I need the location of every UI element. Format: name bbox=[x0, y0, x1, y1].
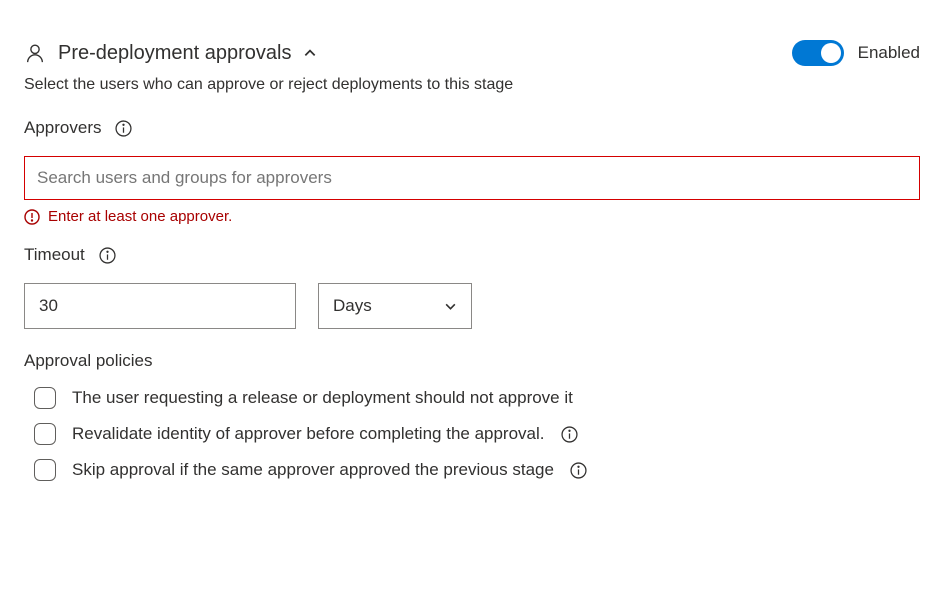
error-text: Enter at least one approver. bbox=[48, 208, 232, 225]
person-icon bbox=[24, 42, 46, 64]
policy-label: The user requesting a release or deploym… bbox=[72, 388, 573, 408]
approvers-search-input[interactable] bbox=[24, 156, 920, 200]
chevron-up-icon bbox=[303, 46, 317, 60]
error-row: Enter at least one approver. bbox=[24, 208, 920, 225]
header-row: Pre-deployment approvals Enabled bbox=[24, 40, 920, 66]
section-description: Select the users who can approve or reje… bbox=[24, 76, 920, 94]
policy-checkbox-skip[interactable] bbox=[34, 459, 56, 481]
info-icon[interactable] bbox=[99, 247, 116, 264]
policy-row: Skip approval if the same approver appro… bbox=[24, 459, 920, 481]
policy-checkbox-requester[interactable] bbox=[34, 387, 56, 409]
timeout-label-row: Timeout bbox=[24, 245, 920, 265]
toggle-knob bbox=[821, 43, 841, 63]
toggle-group: Enabled bbox=[792, 40, 920, 66]
timeout-row: Days bbox=[24, 283, 920, 329]
section-title: Pre-deployment approvals bbox=[58, 42, 291, 65]
policy-row: Revalidate identity of approver before c… bbox=[24, 423, 920, 445]
policy-label: Skip approval if the same approver appro… bbox=[72, 460, 554, 480]
approval-policies-title: Approval policies bbox=[24, 351, 920, 371]
title-group[interactable]: Pre-deployment approvals bbox=[24, 42, 317, 65]
timeout-value-input[interactable] bbox=[24, 283, 296, 329]
timeout-unit-value: Days bbox=[333, 296, 372, 316]
timeout-label: Timeout bbox=[24, 245, 85, 265]
info-icon[interactable] bbox=[115, 120, 132, 137]
chevron-down-icon bbox=[444, 300, 457, 313]
timeout-unit-select[interactable]: Days bbox=[318, 283, 472, 329]
enabled-toggle[interactable] bbox=[792, 40, 844, 66]
policy-checkbox-revalidate[interactable] bbox=[34, 423, 56, 445]
approvers-label: Approvers bbox=[24, 118, 101, 138]
approvers-label-row: Approvers bbox=[24, 118, 920, 138]
error-icon bbox=[24, 209, 40, 225]
info-icon[interactable] bbox=[561, 426, 578, 443]
toggle-label: Enabled bbox=[858, 43, 920, 63]
info-icon[interactable] bbox=[570, 462, 587, 479]
policy-label: Revalidate identity of approver before c… bbox=[72, 424, 545, 444]
policy-row: The user requesting a release or deploym… bbox=[24, 387, 920, 409]
